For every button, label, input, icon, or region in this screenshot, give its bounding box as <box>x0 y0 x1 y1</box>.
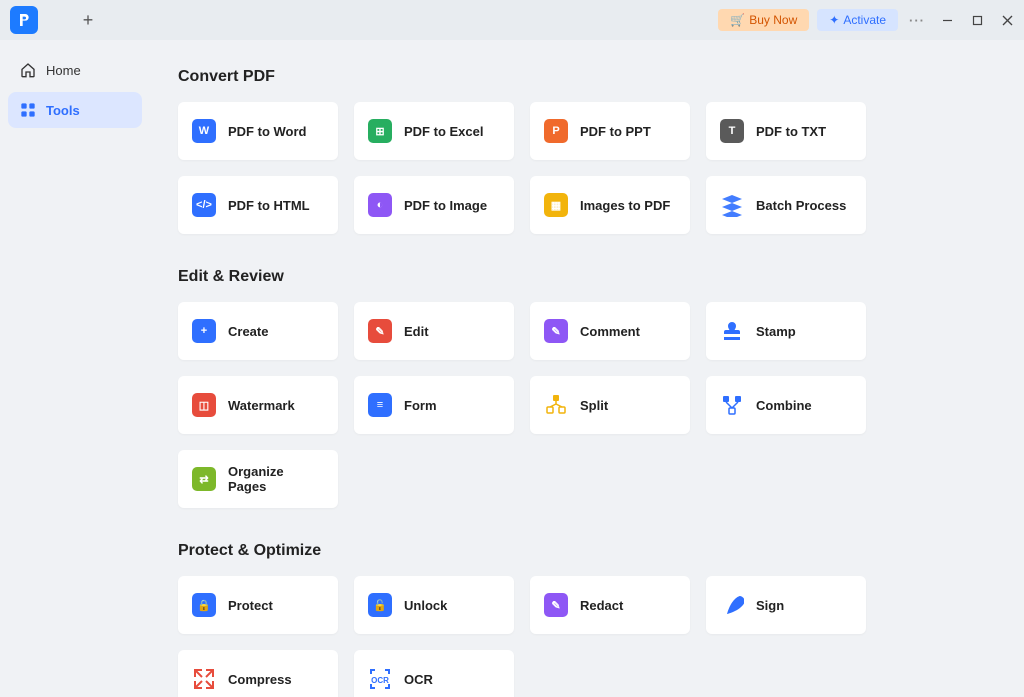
excel-icon: ⊞ <box>368 119 392 143</box>
tool-pdf-to-html[interactable]: </> PDF to HTML <box>178 176 338 234</box>
tool-label: Edit <box>404 324 429 339</box>
tool-label: Unlock <box>404 598 447 613</box>
tool-label: PDF to Image <box>404 198 487 213</box>
image-icon: ◐ <box>368 193 392 217</box>
sidebar-item-label: Home <box>46 63 81 78</box>
ocr-icon: OCR <box>368 667 392 691</box>
section-title-convert: Convert PDF <box>178 68 996 86</box>
activate-button[interactable]: ✦ Activate <box>817 9 898 31</box>
tool-combine[interactable]: Combine <box>706 376 866 434</box>
tool-protect[interactable]: 🔒 Protect <box>178 576 338 634</box>
tool-label: Sign <box>756 598 784 613</box>
tool-label: PDF to Word <box>228 124 306 139</box>
tool-split[interactable]: Split <box>530 376 690 434</box>
tool-label: PDF to Excel <box>404 124 483 139</box>
tool-form[interactable]: ≡ Form <box>354 376 514 434</box>
tool-watermark[interactable]: ◫ Watermark <box>178 376 338 434</box>
sign-icon <box>720 593 744 617</box>
sidebar-item-label: Tools <box>46 103 80 118</box>
compress-icon <box>192 667 216 691</box>
app-logo <box>10 6 38 34</box>
tool-sign[interactable]: Sign <box>706 576 866 634</box>
convert-grid: W PDF to Word ⊞ PDF to Excel P PDF to PP… <box>178 102 996 234</box>
comment-icon: ✎ <box>544 319 568 343</box>
tool-label: PDF to TXT <box>756 124 826 139</box>
lock-icon: 🔒 <box>192 593 216 617</box>
word-icon: W <box>192 119 216 143</box>
key-icon: ✦ <box>829 13 839 27</box>
more-menu-button[interactable]: ··· <box>906 9 928 31</box>
tool-label: OCR <box>404 672 433 687</box>
combine-icon <box>720 393 744 417</box>
maximize-button[interactable] <box>966 9 988 31</box>
split-icon <box>544 393 568 417</box>
section-title-protect: Protect & Optimize <box>178 542 996 560</box>
images-to-pdf-icon: ▦ <box>544 193 568 217</box>
tool-label: Protect <box>228 598 273 613</box>
unlock-icon: 🔓 <box>368 593 392 617</box>
tool-label: PDF to HTML <box>228 198 310 213</box>
tool-compress[interactable]: Compress <box>178 650 338 697</box>
home-icon <box>20 62 36 78</box>
tool-comment[interactable]: ✎ Comment <box>530 302 690 360</box>
tool-label: Compress <box>228 672 292 687</box>
batch-icon <box>720 193 744 217</box>
redact-icon: ✎ <box>544 593 568 617</box>
tool-label: Watermark <box>228 398 295 413</box>
svg-text:OCR: OCR <box>371 676 389 685</box>
tool-label: Images to PDF <box>580 198 670 213</box>
edit-grid: + Create ✎ Edit ✎ Comment Stamp ◫ Waterm… <box>178 302 996 508</box>
tool-label: PDF to PPT <box>580 124 651 139</box>
edit-icon: ✎ <box>368 319 392 343</box>
tool-redact[interactable]: ✎ Redact <box>530 576 690 634</box>
watermark-icon: ◫ <box>192 393 216 417</box>
tool-label: Form <box>404 398 437 413</box>
sidebar-item-home[interactable]: Home <box>8 52 142 88</box>
create-icon: + <box>192 319 216 343</box>
main-content: Convert PDF W PDF to Word ⊞ PDF to Excel… <box>150 40 1024 697</box>
buy-now-label: Buy Now <box>749 13 797 27</box>
tool-label: Comment <box>580 324 640 339</box>
tool-ocr[interactable]: OCR OCR <box>354 650 514 697</box>
tool-unlock[interactable]: 🔓 Unlock <box>354 576 514 634</box>
sidebar: Home Tools <box>0 40 150 697</box>
tool-label: Redact <box>580 598 623 613</box>
tool-label: Organize Pages <box>228 464 324 494</box>
html-icon: </> <box>192 193 216 217</box>
minimize-button[interactable] <box>936 9 958 31</box>
activate-label: Activate <box>843 13 886 27</box>
tool-edit[interactable]: ✎ Edit <box>354 302 514 360</box>
tool-label: Split <box>580 398 608 413</box>
tools-icon <box>20 102 36 118</box>
txt-icon: T <box>720 119 744 143</box>
stamp-icon <box>720 319 744 343</box>
tool-batch-process[interactable]: Batch Process <box>706 176 866 234</box>
tool-label: Combine <box>756 398 812 413</box>
sidebar-item-tools[interactable]: Tools <box>8 92 142 128</box>
organize-icon: ⇄ <box>192 467 216 491</box>
tool-organize-pages[interactable]: ⇄ Organize Pages <box>178 450 338 508</box>
tool-label: Batch Process <box>756 198 846 213</box>
protect-grid: 🔒 Protect 🔓 Unlock ✎ Redact Sign <box>178 576 996 697</box>
buy-now-button[interactable]: 🛒 Buy Now <box>718 9 809 31</box>
tool-create[interactable]: + Create <box>178 302 338 360</box>
tool-label: Create <box>228 324 268 339</box>
section-title-edit: Edit & Review <box>178 268 996 286</box>
cart-icon: 🛒 <box>730 13 745 27</box>
close-button[interactable] <box>996 9 1018 31</box>
tool-pdf-to-word[interactable]: W PDF to Word <box>178 102 338 160</box>
tool-images-to-pdf[interactable]: ▦ Images to PDF <box>530 176 690 234</box>
tool-label: Stamp <box>756 324 796 339</box>
tool-pdf-to-image[interactable]: ◐ PDF to Image <box>354 176 514 234</box>
form-icon: ≡ <box>368 393 392 417</box>
ppt-icon: P <box>544 119 568 143</box>
tool-pdf-to-ppt[interactable]: P PDF to PPT <box>530 102 690 160</box>
tool-stamp[interactable]: Stamp <box>706 302 866 360</box>
titlebar: + 🛒 Buy Now ✦ Activate ··· <box>0 0 1024 40</box>
new-tab-button[interactable]: + <box>78 10 98 31</box>
tool-pdf-to-excel[interactable]: ⊞ PDF to Excel <box>354 102 514 160</box>
tool-pdf-to-txt[interactable]: T PDF to TXT <box>706 102 866 160</box>
